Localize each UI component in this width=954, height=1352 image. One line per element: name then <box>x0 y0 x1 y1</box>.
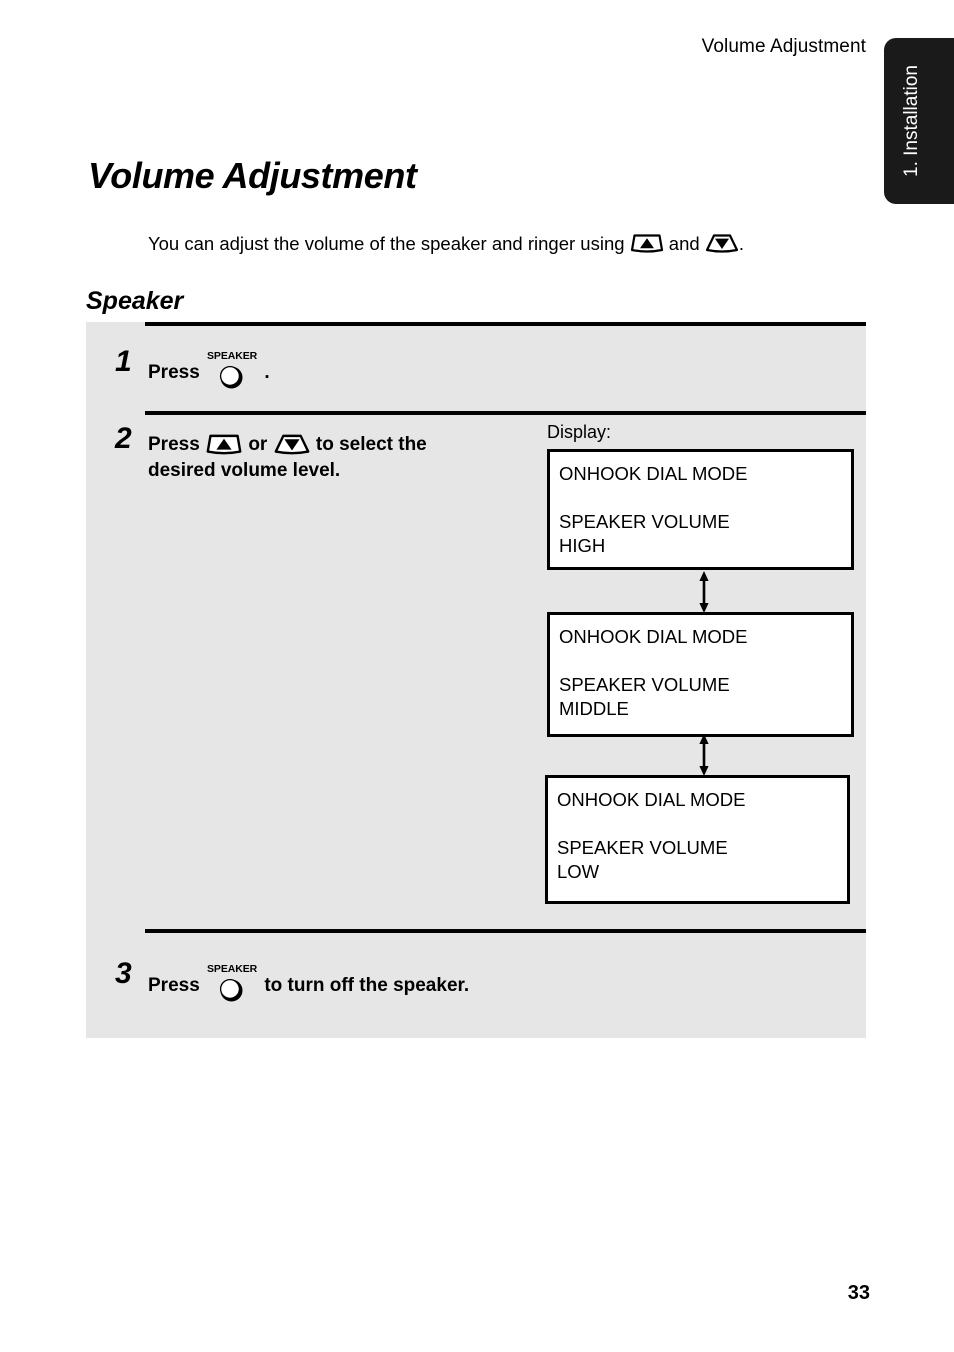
intro-text-before: You can adjust the volume of the speaker… <box>148 232 630 254</box>
step-1-instruction: Press SPEAKER . <box>148 350 270 393</box>
chapter-thumb-tab: 1. Installation <box>884 38 954 204</box>
step-3-text-after: to turn off the speaker. <box>259 975 470 996</box>
flow-arrow-high-middle <box>696 571 712 613</box>
step-2-text-middle: or <box>243 434 273 455</box>
step-3-text-before: Press <box>148 975 206 996</box>
section-heading-speaker: Speaker <box>86 286 184 315</box>
speaker-button-icon: SPEAKER <box>205 350 259 393</box>
steps-panel: 1 Press SPEAKER . 2 Press or to select t… <box>86 322 866 1038</box>
lcd-screen-low-text: ONHOOK DIAL MODE SPEAKER VOLUME LOW <box>557 789 746 882</box>
chapter-thumb-tab-label: 1. Installation <box>901 65 922 177</box>
lcd-screen-middle-text: ONHOOK DIAL MODE SPEAKER VOLUME MIDDLE <box>559 626 748 719</box>
speaker-button-icon-label: SPEAKER <box>207 350 258 362</box>
display-label: Display: <box>547 422 612 442</box>
lcd-screen-middle: ONHOOK DIAL MODE SPEAKER VOLUME MIDDLE <box>547 612 854 737</box>
step-2-instruction: Press or to select the desired volume le… <box>148 432 427 484</box>
volume-up-key-icon <box>630 231 664 255</box>
step-1-number: 1 <box>115 345 132 378</box>
step-3-number: 3 <box>115 957 132 990</box>
intro-paragraph: You can adjust the volume of the speaker… <box>148 232 744 256</box>
lcd-screen-high-text: ONHOOK DIAL MODE SPEAKER VOLUME HIGH <box>559 463 748 556</box>
page-title: Volume Adjustment <box>88 155 417 197</box>
lcd-screen-low: ONHOOK DIAL MODE SPEAKER VOLUME LOW <box>545 775 850 904</box>
running-header: Volume Adjustment <box>701 36 866 57</box>
step-1-text-before: Press <box>148 362 206 383</box>
flow-arrow-middle-low <box>696 734 712 776</box>
volume-down-key-icon <box>273 431 311 457</box>
volume-up-key-icon <box>205 431 243 457</box>
divider-top <box>145 322 866 326</box>
page-number: 33 <box>847 1282 870 1304</box>
volume-down-key-icon <box>705 231 739 255</box>
speaker-button-icon-circle <box>219 365 244 390</box>
intro-text-middle: and <box>663 232 705 254</box>
speaker-button-icon: SPEAKER <box>205 963 259 1006</box>
step-2-line-2: desired volume level. <box>148 460 341 481</box>
step-1-text-after: . <box>259 362 270 383</box>
speaker-button-icon-label: SPEAKER <box>207 963 258 975</box>
lcd-screen-high: ONHOOK DIAL MODE SPEAKER VOLUME HIGH <box>547 449 854 570</box>
step-2-text-after: to select the <box>310 434 427 455</box>
speaker-button-icon-circle <box>219 978 244 1003</box>
intro-text-after: . <box>738 232 744 254</box>
divider-step2-step3 <box>145 929 866 933</box>
step-2-number: 2 <box>115 422 132 455</box>
step-3-instruction: Press SPEAKER to turn off the speaker. <box>148 963 470 1006</box>
step-2-text-before: Press <box>148 434 206 455</box>
divider-step1-step2 <box>145 411 866 415</box>
